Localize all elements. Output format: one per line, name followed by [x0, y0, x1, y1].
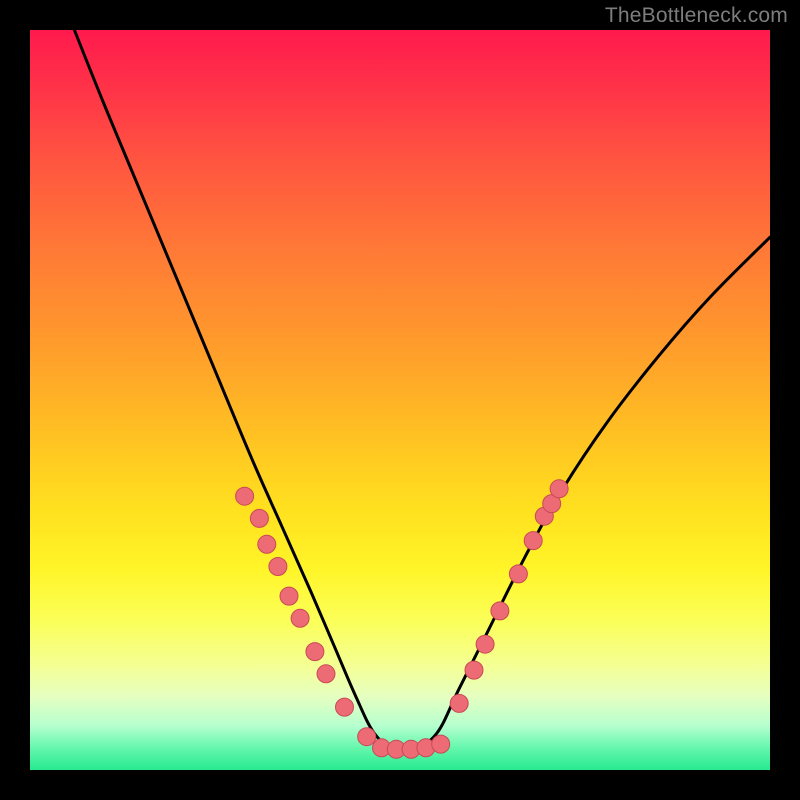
data-dot — [269, 558, 287, 576]
chart-frame: TheBottleneck.com — [0, 0, 800, 800]
data-dot — [291, 609, 309, 627]
chart-svg — [30, 30, 770, 770]
data-dot — [550, 480, 568, 498]
data-dot — [524, 532, 542, 550]
data-dot — [358, 728, 376, 746]
data-dot — [317, 665, 335, 683]
watermark-text: TheBottleneck.com — [605, 4, 788, 28]
data-dot — [450, 694, 468, 712]
data-dot — [336, 698, 354, 716]
data-dot — [280, 587, 298, 605]
data-dot — [306, 643, 324, 661]
data-dot — [258, 535, 276, 553]
data-dot — [509, 565, 527, 583]
plot-area — [30, 30, 770, 770]
curve-layer — [74, 30, 770, 750]
data-dot — [236, 487, 254, 505]
data-dot — [465, 661, 483, 679]
dots-layer — [236, 480, 568, 759]
data-dot — [491, 602, 509, 620]
data-dot — [476, 635, 494, 653]
bottleneck-curve — [74, 30, 770, 750]
data-dot — [432, 735, 450, 753]
data-dot — [250, 509, 268, 527]
